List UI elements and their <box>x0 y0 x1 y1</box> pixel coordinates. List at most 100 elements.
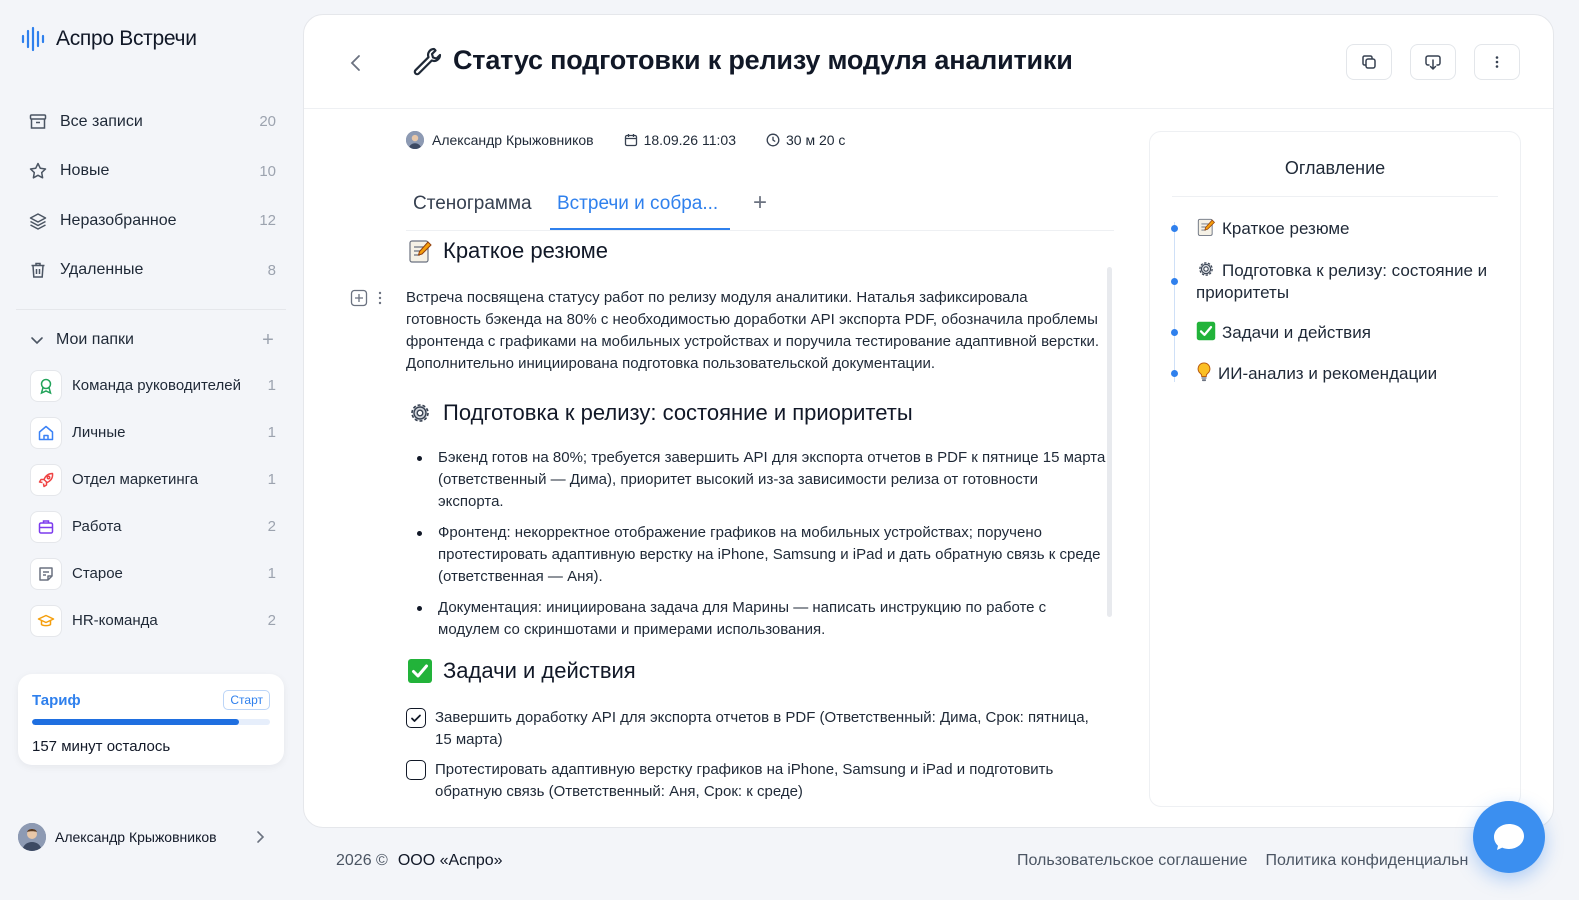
graduation-cap-icon <box>30 604 62 637</box>
note-icon <box>30 557 62 590</box>
main-panel: Статус подготовки к релизу модуля аналит… <box>303 14 1554 828</box>
app-logo[interactable]: Аспро Встречи <box>20 26 197 52</box>
user-profile[interactable]: Александр Крыжовников <box>18 822 268 852</box>
toc-item-ai[interactable]: ИИ-анализ и рекомендации <box>1196 362 1506 385</box>
chevron-down-icon[interactable] <box>28 331 46 349</box>
nav-count: 20 <box>259 113 276 131</box>
clock-icon <box>766 133 780 147</box>
gear-icon <box>1199 262 1213 276</box>
download-icon <box>1425 55 1441 70</box>
copy-icon <box>1362 55 1376 69</box>
toc-dot <box>1171 278 1178 285</box>
nav-item-new[interactable]: Новые 10 <box>16 147 288 197</box>
tabs: Стенограмма Встречи и собра... + <box>406 185 1114 231</box>
tariff-title: Тариф <box>32 691 81 709</box>
privacy-link[interactable]: Политика конфиденциальн <box>1265 852 1468 870</box>
meta-duration: 30 м 20 с <box>785 132 846 148</box>
layers-icon <box>28 211 48 231</box>
copy-button[interactable] <box>1346 44 1392 80</box>
terms-link[interactable]: Пользовательское соглашение <box>1017 852 1247 870</box>
folder-count: 2 <box>267 518 276 535</box>
folder-item[interactable]: HR-команда 2 <box>16 597 288 644</box>
task-item: Завершить доработку API для экспорта отч… <box>406 707 1106 751</box>
task-checkbox-checked[interactable] <box>406 708 426 728</box>
toc-title: Оглавление <box>1284 158 1386 178</box>
toc-dot <box>1171 370 1178 377</box>
download-button[interactable] <box>1410 44 1456 80</box>
nav-count: 8 <box>267 261 276 279</box>
folder-count: 2 <box>267 612 276 629</box>
toc-label: Краткое резюме <box>1222 219 1350 238</box>
add-block-icon[interactable] <box>350 289 368 307</box>
back-button[interactable] <box>344 51 368 75</box>
meta-author: Александр Крыжовников <box>432 132 594 148</box>
meeting-meta: Александр Крыжовников 18.09.26 11:03 30 … <box>406 131 845 149</box>
calendar-icon <box>624 134 637 147</box>
tariff-progress-fill <box>32 719 240 725</box>
home-icon <box>30 416 62 449</box>
folder-count: 1 <box>267 471 276 488</box>
folder-item[interactable]: Старое 1 <box>16 550 288 597</box>
folder-label: Работа <box>72 518 122 535</box>
add-folder-button[interactable]: + <box>258 330 278 350</box>
chevron-right-icon <box>257 831 265 843</box>
toc-item-tasks[interactable]: Задачи и действия <box>1196 321 1506 344</box>
more-vertical-icon <box>1495 56 1499 68</box>
folder-item[interactable]: Отдел маркетинга 1 <box>16 456 288 503</box>
add-tab-button[interactable]: + <box>753 189 767 217</box>
toc-dot <box>1171 329 1178 336</box>
check-mark-button-icon <box>1196 321 1216 341</box>
toc-item-release[interactable]: Подготовка к релизу: состояние и приорит… <box>1196 259 1506 304</box>
task-text: Протестировать адаптивную верстку график… <box>435 761 1054 800</box>
toc-label: Задачи и действия <box>1222 323 1371 342</box>
list-item: Фронтенд: некорректное отображение графи… <box>406 522 1106 588</box>
folder-label: Старое <box>72 565 123 582</box>
briefcase-icon <box>30 510 62 543</box>
content-scrollbar[interactable] <box>1107 267 1112 617</box>
folder-item[interactable]: Работа 2 <box>16 503 288 550</box>
footer-copyright: 2026 © ООО «Аспро» <box>336 852 503 870</box>
nav-label: Удаленные <box>60 261 144 279</box>
document-content: Краткое резюме Встреча посвящена статусу… <box>406 235 1106 827</box>
chat-bubble-icon <box>1494 824 1524 850</box>
summary-paragraph: Встреча посвящена статусу работ по релиз… <box>406 289 1100 372</box>
company-name: ООО «Аспро» <box>397 852 503 869</box>
block-controls <box>350 289 386 307</box>
soundwave-logo-icon <box>21 26 45 52</box>
nav-label: Неразобранное <box>60 211 177 229</box>
gear-icon <box>406 399 434 427</box>
section-heading-tasks: Задачи и действия <box>406 657 1106 685</box>
tab-meetings[interactable]: Встречи и собра... <box>557 193 718 215</box>
drag-handle-icon[interactable] <box>374 289 386 307</box>
main-nav: Все записи 20 Новые 10 Неразобранное 12 … <box>16 97 288 295</box>
list-item: Бэкенд готов на 80%; требуется завершить… <box>406 447 1106 513</box>
section-heading-release: Подготовка к релизу: состояние и приорит… <box>406 399 1106 427</box>
folder-item[interactable]: Личные 1 <box>16 409 288 456</box>
folder-item[interactable]: Команда руководителей 1 <box>16 362 288 409</box>
archive-icon <box>28 112 48 132</box>
tariff-progress-bar <box>32 719 270 725</box>
trash-icon <box>28 260 48 280</box>
toc-label: ИИ-анализ и рекомендации <box>1218 364 1438 383</box>
copyright-text: 2026 © <box>336 852 388 869</box>
toc-line <box>1174 222 1175 382</box>
chat-button[interactable] <box>1473 801 1545 873</box>
folder-count: 1 <box>267 377 276 394</box>
toc-item-summary[interactable]: Краткое резюме <box>1196 217 1506 240</box>
more-options-button[interactable] <box>1474 44 1520 80</box>
nav-label: Новые <box>60 162 110 180</box>
tariff-badge: Старт <box>223 690 270 710</box>
tab-transcript[interactable]: Стенограмма <box>413 193 532 215</box>
task-item: Протестировать адаптивную верстку график… <box>406 759 1106 803</box>
nav-item-all[interactable]: Все записи 20 <box>16 97 288 147</box>
tariff-card[interactable]: Тариф Старт 157 минут осталось <box>18 674 284 765</box>
nav-item-unsorted[interactable]: Неразобранное 12 <box>16 196 288 246</box>
sidebar-divider <box>16 309 286 310</box>
tariff-remaining: 157 минут осталось <box>32 738 171 755</box>
task-checkbox[interactable] <box>406 760 426 780</box>
nav-count: 10 <box>259 162 276 180</box>
toc-dot <box>1171 225 1178 232</box>
folder-label: HR-команда <box>72 612 158 629</box>
nav-item-deleted[interactable]: Удаленные 8 <box>16 246 288 296</box>
check-mark-button-icon <box>406 657 434 685</box>
